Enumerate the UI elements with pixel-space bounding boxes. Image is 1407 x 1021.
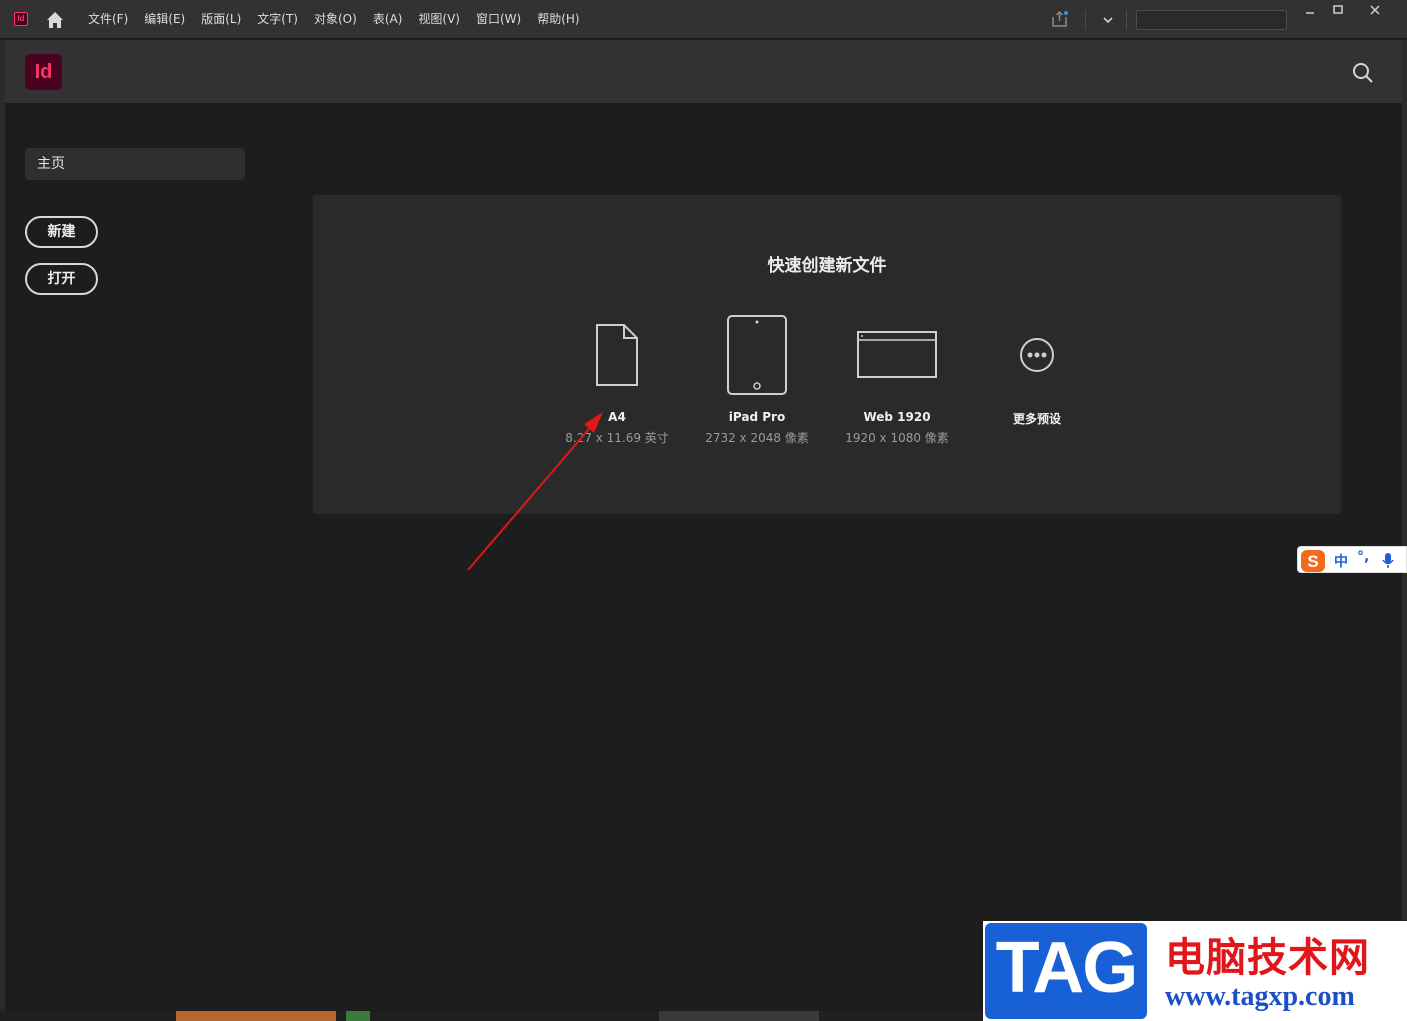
- help-search-input[interactable]: [1136, 10, 1287, 30]
- menu-bar: Id 文件(F) 编辑(E) 版面(L) 文字(T) 对象(O) 表(A) 视图…: [0, 0, 1407, 39]
- menu-edit[interactable]: 编辑(E): [136, 0, 193, 39]
- share-icon[interactable]: [1050, 9, 1070, 29]
- preset-name: Web 1920: [863, 410, 931, 424]
- taskbar-item[interactable]: [659, 1011, 819, 1021]
- menu-list: 文件(F) 编辑(E) 版面(L) 文字(T) 对象(O) 表(A) 视图(V)…: [80, 0, 588, 39]
- watermark: TAG 电脑技术网 www.tagxp.com: [983, 921, 1407, 1021]
- menu-help[interactable]: 帮助(H): [529, 0, 587, 39]
- watermark-tag-box: TAG: [985, 923, 1147, 1019]
- menu-table[interactable]: 表(A): [365, 0, 411, 39]
- browser-window-icon: [857, 331, 937, 378]
- document-icon: [596, 324, 638, 386]
- preset-size: 2732 x 2048 像素: [705, 431, 809, 445]
- sidebar-item-home[interactable]: 主页: [25, 148, 245, 180]
- quick-create-title: 快速创建新文件: [767, 256, 887, 276]
- open-button[interactable]: 打开: [25, 263, 98, 295]
- search-icon[interactable]: [1351, 61, 1375, 85]
- annotation-arrow: [467, 412, 603, 571]
- window-edge: [0, 40, 5, 1015]
- indesign-app-icon: Id: [14, 12, 28, 26]
- taskbar-item[interactable]: [346, 1011, 370, 1021]
- watermark-url: www.tagxp.com: [1165, 981, 1355, 1012]
- menu-view[interactable]: 视图(V): [410, 0, 468, 39]
- divider: [1126, 10, 1127, 30]
- menu-type[interactable]: 文字(T): [249, 0, 306, 39]
- close-icon: [1370, 5, 1380, 15]
- home-icon[interactable]: [44, 9, 66, 31]
- ime-mode[interactable]: 中: [1334, 551, 1348, 571]
- preset-web-1920[interactable]: Web 1920 1920 x 1080 像素: [827, 310, 967, 446]
- window-edge: [1402, 40, 1407, 1015]
- indesign-logo: Id: [25, 54, 62, 90]
- new-button[interactable]: 新建: [25, 216, 98, 248]
- watermark-tag: TAG: [995, 928, 1139, 1008]
- tablet-icon: [727, 315, 787, 395]
- menu-window[interactable]: 窗口(W): [468, 0, 529, 39]
- maximize-button[interactable]: [1323, 0, 1353, 20]
- sogou-logo-icon: S: [1301, 550, 1325, 572]
- preset-more[interactable]: 更多预设: [967, 310, 1107, 432]
- menu-file[interactable]: 文件(F): [80, 0, 136, 39]
- preset-ipad-pro[interactable]: iPad Pro 2732 x 2048 像素: [687, 310, 827, 446]
- menu-object[interactable]: 对象(O): [306, 0, 365, 39]
- minimize-button[interactable]: [1295, 0, 1325, 20]
- close-button[interactable]: [1360, 0, 1390, 20]
- preset-name: 更多预设: [1012, 412, 1061, 426]
- minimize-icon: [1306, 12, 1314, 14]
- maximize-icon: [1333, 5, 1343, 14]
- watermark-site-name: 电脑技术网: [1165, 935, 1370, 981]
- ime-toolbar[interactable]: S 中 °,: [1297, 546, 1407, 573]
- divider: [1085, 10, 1086, 30]
- preset-name: iPad Pro: [728, 410, 786, 424]
- chevron-down-icon[interactable]: [1100, 12, 1116, 28]
- menu-layout[interactable]: 版面(L): [193, 0, 249, 39]
- taskbar-item[interactable]: [176, 1011, 336, 1021]
- ime-punctuation[interactable]: °,: [1357, 549, 1369, 565]
- microphone-icon[interactable]: [1382, 552, 1394, 569]
- app-header: Id: [5, 40, 1402, 103]
- preset-size: 1920 x 1080 像素: [845, 431, 949, 445]
- more-icon: [1020, 338, 1054, 372]
- svg-text:S: S: [1307, 552, 1318, 571]
